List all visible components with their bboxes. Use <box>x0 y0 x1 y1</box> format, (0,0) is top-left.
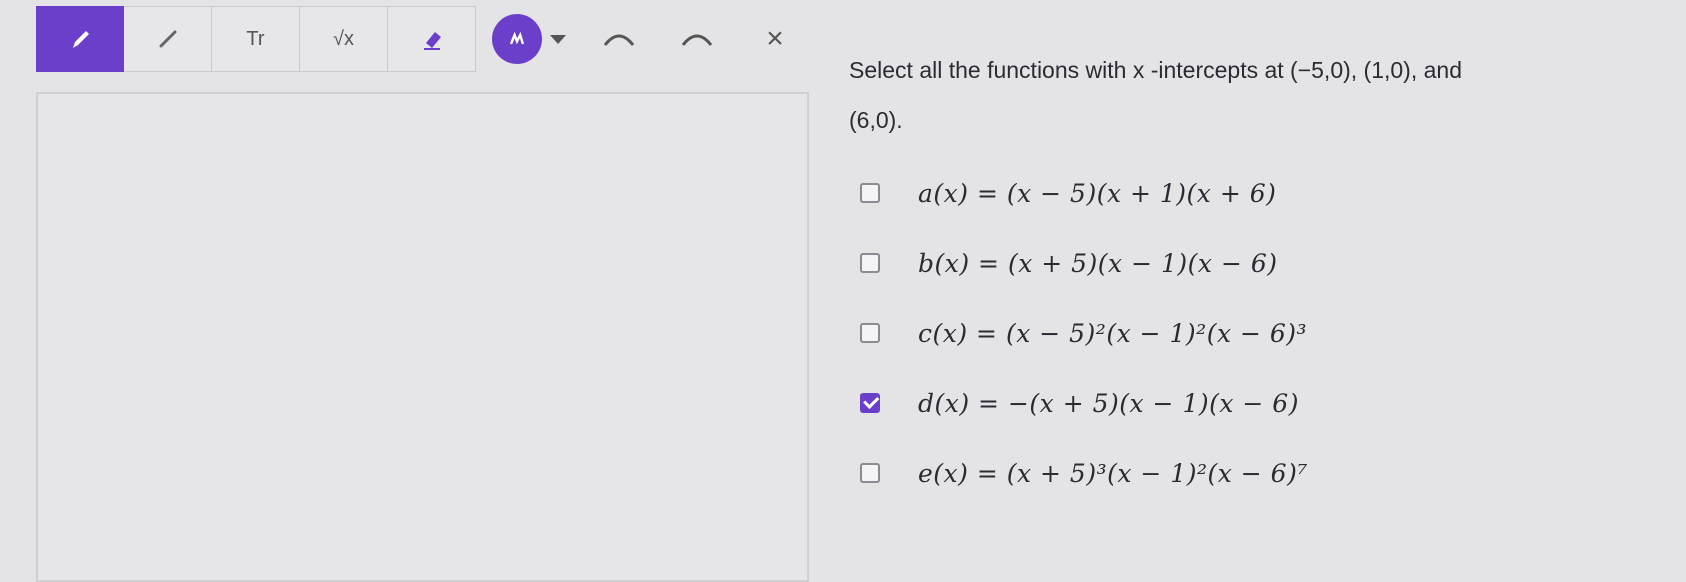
color-dropdown-caret-icon[interactable] <box>550 34 566 44</box>
brush-stroke-icon <box>510 31 524 45</box>
option-a-label: a(x) = (x − 5)(x + 1)(x + 6) <box>918 178 1277 208</box>
checkbox-a[interactable] <box>860 183 880 203</box>
clear-button[interactable]: × <box>750 19 800 59</box>
checkbox-c[interactable] <box>860 323 880 343</box>
drawing-canvas[interactable] <box>36 92 809 582</box>
redo-button[interactable] <box>672 19 722 59</box>
drawing-toolbar: Tr √x × <box>36 4 800 74</box>
question-text-cont: (6,0). <box>849 107 903 133</box>
question-prompt: Select all the functions with x -interce… <box>849 45 1649 145</box>
checkbox-b[interactable] <box>860 253 880 273</box>
pencil-icon <box>73 31 89 48</box>
option-c[interactable]: c(x) = (x − 5)²(x − 1)²(x − 6)³ <box>860 298 1308 368</box>
line-tool[interactable] <box>124 6 212 72</box>
checkbox-d[interactable] <box>860 393 880 413</box>
option-b-label: b(x) = (x + 5)(x − 1)(x − 6) <box>918 248 1278 278</box>
redo-icon <box>681 34 713 46</box>
answer-options: a(x) = (x − 5)(x + 1)(x + 6) b(x) = (x +… <box>860 158 1308 508</box>
math-tool[interactable]: √x <box>300 6 388 72</box>
text-icon: Tr <box>246 27 265 50</box>
sqrt-icon: √x <box>333 27 354 50</box>
option-a[interactable]: a(x) = (x − 5)(x + 1)(x + 6) <box>860 158 1308 228</box>
undo-icon <box>603 34 635 46</box>
close-icon: × <box>766 22 784 55</box>
color-picker[interactable] <box>492 14 542 64</box>
pencil-tool[interactable] <box>36 6 124 72</box>
option-b[interactable]: b(x) = (x + 5)(x − 1)(x − 6) <box>860 228 1308 298</box>
text-tool[interactable]: Tr <box>212 6 300 72</box>
option-d-label: d(x) = −(x + 5)(x − 1)(x − 6) <box>918 388 1299 418</box>
checkbox-e[interactable] <box>860 463 880 483</box>
option-e-label: e(x) = (x + 5)³(x − 1)²(x − 6)⁷ <box>918 458 1308 488</box>
option-d[interactable]: d(x) = −(x + 5)(x − 1)(x − 6) <box>860 368 1308 438</box>
question-text: Select all the functions with x -interce… <box>849 57 1462 83</box>
undo-button[interactable] <box>594 19 644 59</box>
option-e[interactable]: e(x) = (x + 5)³(x − 1)²(x − 6)⁷ <box>860 438 1308 508</box>
eraser-icon <box>423 32 441 50</box>
line-icon <box>159 30 176 48</box>
eraser-tool[interactable] <box>388 6 476 72</box>
option-c-label: c(x) = (x − 5)²(x − 1)²(x − 6)³ <box>918 318 1308 348</box>
